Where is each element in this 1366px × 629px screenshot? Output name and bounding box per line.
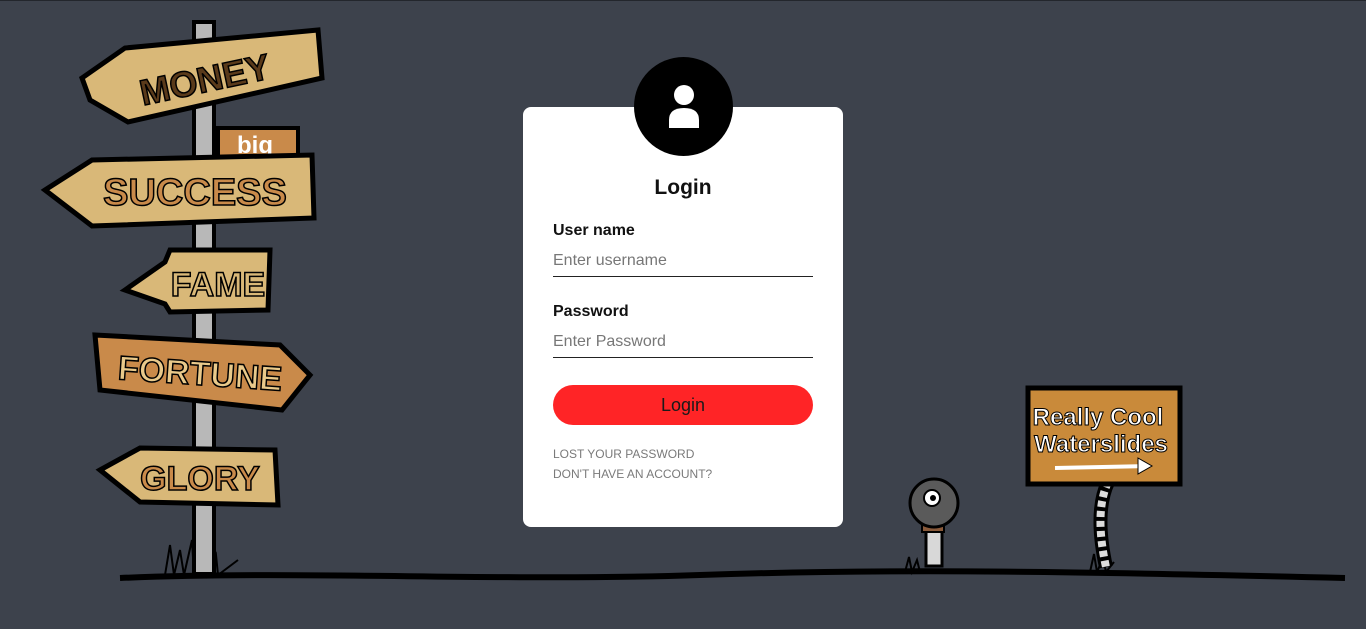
user-icon bbox=[668, 84, 699, 128]
username-input[interactable] bbox=[553, 245, 813, 277]
glory-sign: GLORY bbox=[95, 445, 281, 508]
waterslides-sign: Really Cool Waterslides bbox=[1025, 385, 1183, 569]
login-title: Login bbox=[654, 176, 712, 199]
ground-line bbox=[119, 568, 1346, 581]
login-card: Login User name Password Login LOST YOUR… bbox=[523, 107, 843, 527]
glory-text: GLORY bbox=[140, 460, 260, 498]
success-sign: SUCCESS bbox=[40, 152, 317, 229]
lost-password-link[interactable]: LOST YOUR PASSWORD bbox=[553, 447, 694, 461]
waterslides-line1: Really Cool bbox=[1033, 404, 1164, 431]
username-label: User name bbox=[553, 222, 635, 239]
fame-sign: FAME bbox=[119, 247, 273, 315]
little-character bbox=[908, 477, 960, 568]
fame-text: FAME bbox=[171, 266, 265, 304]
avatar bbox=[634, 57, 733, 156]
password-label: Password bbox=[553, 303, 629, 320]
password-input[interactable] bbox=[553, 326, 813, 358]
fortune-sign: FORTUNE bbox=[92, 332, 314, 413]
waterslides-line2: Waterslides bbox=[1034, 431, 1168, 458]
success-text: SUCCESS bbox=[103, 172, 287, 214]
login-button[interactable]: Login bbox=[553, 385, 813, 425]
signup-link[interactable]: DON'T HAVE AN ACCOUNT? bbox=[553, 467, 712, 481]
